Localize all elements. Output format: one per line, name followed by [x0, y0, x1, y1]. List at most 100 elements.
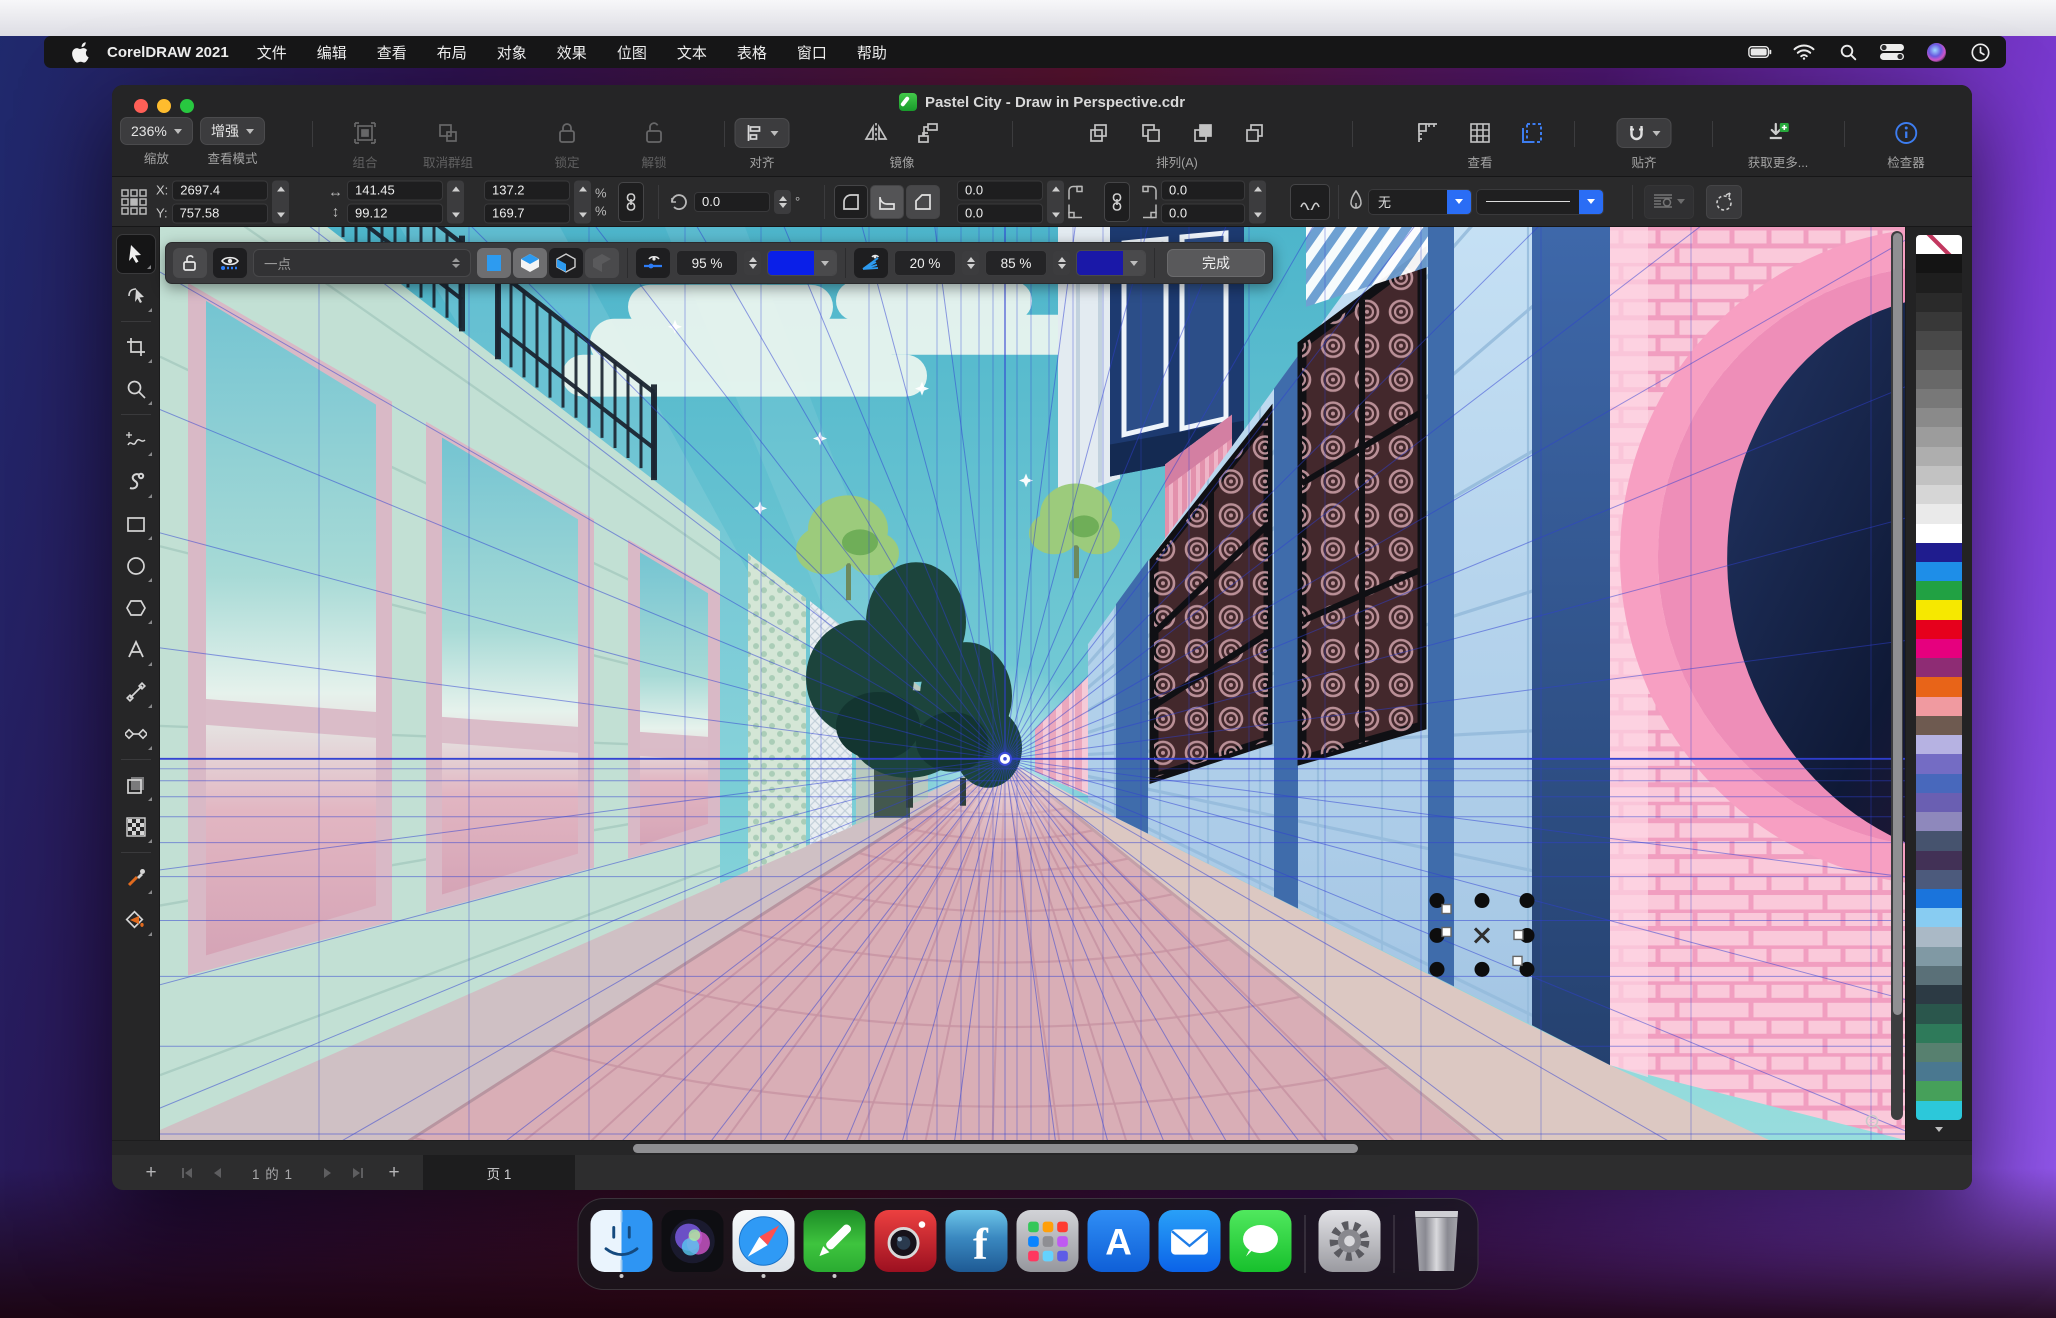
to-front-icon[interactable] [1086, 120, 1112, 146]
color-swatch[interactable] [1916, 504, 1962, 523]
color-swatch[interactable] [1916, 524, 1962, 543]
drop-shadow-tool[interactable] [116, 765, 156, 805]
color-swatch[interactable] [1916, 312, 1962, 331]
color-swatch[interactable] [1916, 908, 1962, 927]
last-page-icon[interactable] [352, 1167, 365, 1179]
drawing-canvas[interactable]: 一点 95 % [160, 227, 1905, 1140]
clock-icon[interactable] [1968, 43, 1992, 61]
color-swatch[interactable] [1916, 600, 1962, 619]
color-swatch[interactable] [1916, 543, 1962, 562]
prev-page-icon[interactable] [213, 1167, 222, 1179]
line-fade-stepper[interactable] [962, 251, 979, 275]
corner-radius-bottom-field[interactable]: 0.0 [957, 203, 1043, 223]
y-position-field[interactable]: 757.58 [172, 203, 268, 223]
size-stepper[interactable] [447, 180, 464, 223]
grid-opacity-button[interactable] [636, 248, 670, 278]
x-position-field[interactable]: 2697.4 [172, 180, 268, 200]
anchor-point-selector[interactable] [120, 188, 148, 216]
pen-tool[interactable] [116, 672, 156, 712]
menu-item[interactable]: 位图 [617, 42, 647, 63]
to-back-icon[interactable] [1138, 120, 1164, 146]
menu-item[interactable]: 效果 [557, 42, 587, 63]
lock-icon[interactable] [554, 120, 580, 146]
color-swatch[interactable] [1916, 985, 1962, 1004]
app-store-icon[interactable]: A [1088, 1210, 1150, 1272]
color-swatch[interactable] [1916, 370, 1962, 389]
menu-item[interactable]: 帮助 [857, 42, 887, 63]
artistic-media-tool[interactable] [116, 462, 156, 502]
left-plane-button[interactable] [549, 248, 583, 278]
menu-item[interactable]: 对象 [497, 42, 527, 63]
menu-item[interactable]: 窗口 [797, 42, 827, 63]
ellipse-tool[interactable] [116, 546, 156, 586]
perspective-type-dropdown[interactable]: 一点 [253, 249, 471, 277]
color-swatch[interactable] [1916, 639, 1962, 658]
lock-corners-button[interactable] [1104, 182, 1130, 222]
color-swatch[interactable] [1916, 620, 1962, 639]
control-center-icon[interactable] [1880, 43, 1904, 61]
flat-plane-button[interactable] [477, 248, 511, 278]
launchpad-icon[interactable] [1017, 1210, 1079, 1272]
get-more-icon[interactable] [1765, 120, 1791, 146]
wifi-icon[interactable] [1792, 43, 1816, 61]
menu-item[interactable]: 文件 [257, 42, 287, 63]
object-height-field[interactable]: 99.12 [347, 203, 443, 223]
color-swatch[interactable] [1916, 966, 1962, 985]
color-swatch[interactable] [1916, 851, 1962, 870]
color-swatch[interactable] [1916, 447, 1962, 466]
unlock-icon[interactable] [641, 120, 667, 146]
color-swatch[interactable] [1916, 812, 1962, 831]
pick-tool[interactable] [116, 234, 156, 274]
interactive-fill-tool[interactable] [116, 900, 156, 940]
scale-stepper[interactable] [574, 180, 591, 223]
rulers-icon[interactable] [1415, 120, 1441, 146]
color-swatch[interactable] [1916, 947, 1962, 966]
grid-opacity-stepper[interactable] [744, 251, 761, 275]
lock-ratio-button[interactable] [618, 182, 644, 222]
color-swatch[interactable] [1916, 889, 1962, 908]
zoom-tool[interactable] [116, 369, 156, 409]
vanishing-point-marker[interactable] [999, 753, 1011, 765]
first-page-icon[interactable] [180, 1167, 193, 1179]
page-border-icon[interactable] [1519, 120, 1545, 146]
align-dropdown[interactable] [735, 118, 790, 148]
right-plane-button[interactable] [585, 248, 619, 278]
messages-icon[interactable] [1230, 1210, 1292, 1272]
vertical-scrollbar[interactable] [1891, 231, 1903, 1120]
top-plane-button[interactable] [513, 248, 547, 278]
inspector-icon[interactable] [1893, 120, 1919, 146]
color-swatch[interactable] [1916, 1024, 1962, 1043]
coreldraw-icon[interactable] [804, 1210, 866, 1272]
color-swatch[interactable] [1916, 1043, 1962, 1062]
color-swatch[interactable] [1916, 581, 1962, 600]
relative-corner-button[interactable] [1290, 184, 1330, 220]
color-swatch[interactable] [1916, 1062, 1962, 1081]
text-tool[interactable] [116, 630, 156, 670]
view-mode-dropdown[interactable]: 增强 [200, 117, 265, 145]
facebook-icon[interactable]: f [946, 1210, 1008, 1272]
menubar-app-name[interactable]: CorelDRAW 2021 [107, 44, 229, 61]
wrap-text-button[interactable] [1644, 185, 1694, 219]
menu-item[interactable]: 表格 [737, 42, 767, 63]
menu-item[interactable]: 查看 [377, 42, 407, 63]
corner-radius-top2-field[interactable]: 0.0 [1161, 180, 1245, 200]
color-swatch[interactable] [1916, 254, 1962, 273]
color-swatch[interactable] [1916, 485, 1962, 504]
forward-one-icon[interactable] [1190, 120, 1216, 146]
mail-icon[interactable] [1159, 1210, 1221, 1272]
corner-radius-bottom2-field[interactable]: 0.0 [1161, 203, 1245, 223]
show-grid-button[interactable] [213, 248, 247, 278]
color-swatch[interactable] [1916, 408, 1962, 427]
color-swatch[interactable] [1916, 927, 1962, 946]
palette-more-button[interactable] [1916, 1120, 1962, 1138]
line-color-swatch[interactable] [1076, 250, 1146, 276]
page-tab[interactable]: 页 1 [423, 1155, 575, 1190]
color-swatch[interactable] [1916, 273, 1962, 292]
line-fade-field[interactable]: 20 % [894, 250, 956, 276]
system-preferences-icon[interactable] [1319, 1210, 1381, 1272]
apple-menu-icon[interactable] [72, 42, 89, 63]
corner-stepper-2[interactable] [1249, 180, 1266, 223]
grid-icon[interactable] [1467, 120, 1493, 146]
siri-icon-dock[interactable] [662, 1210, 724, 1272]
line-style-dropdown[interactable] [1476, 189, 1604, 215]
